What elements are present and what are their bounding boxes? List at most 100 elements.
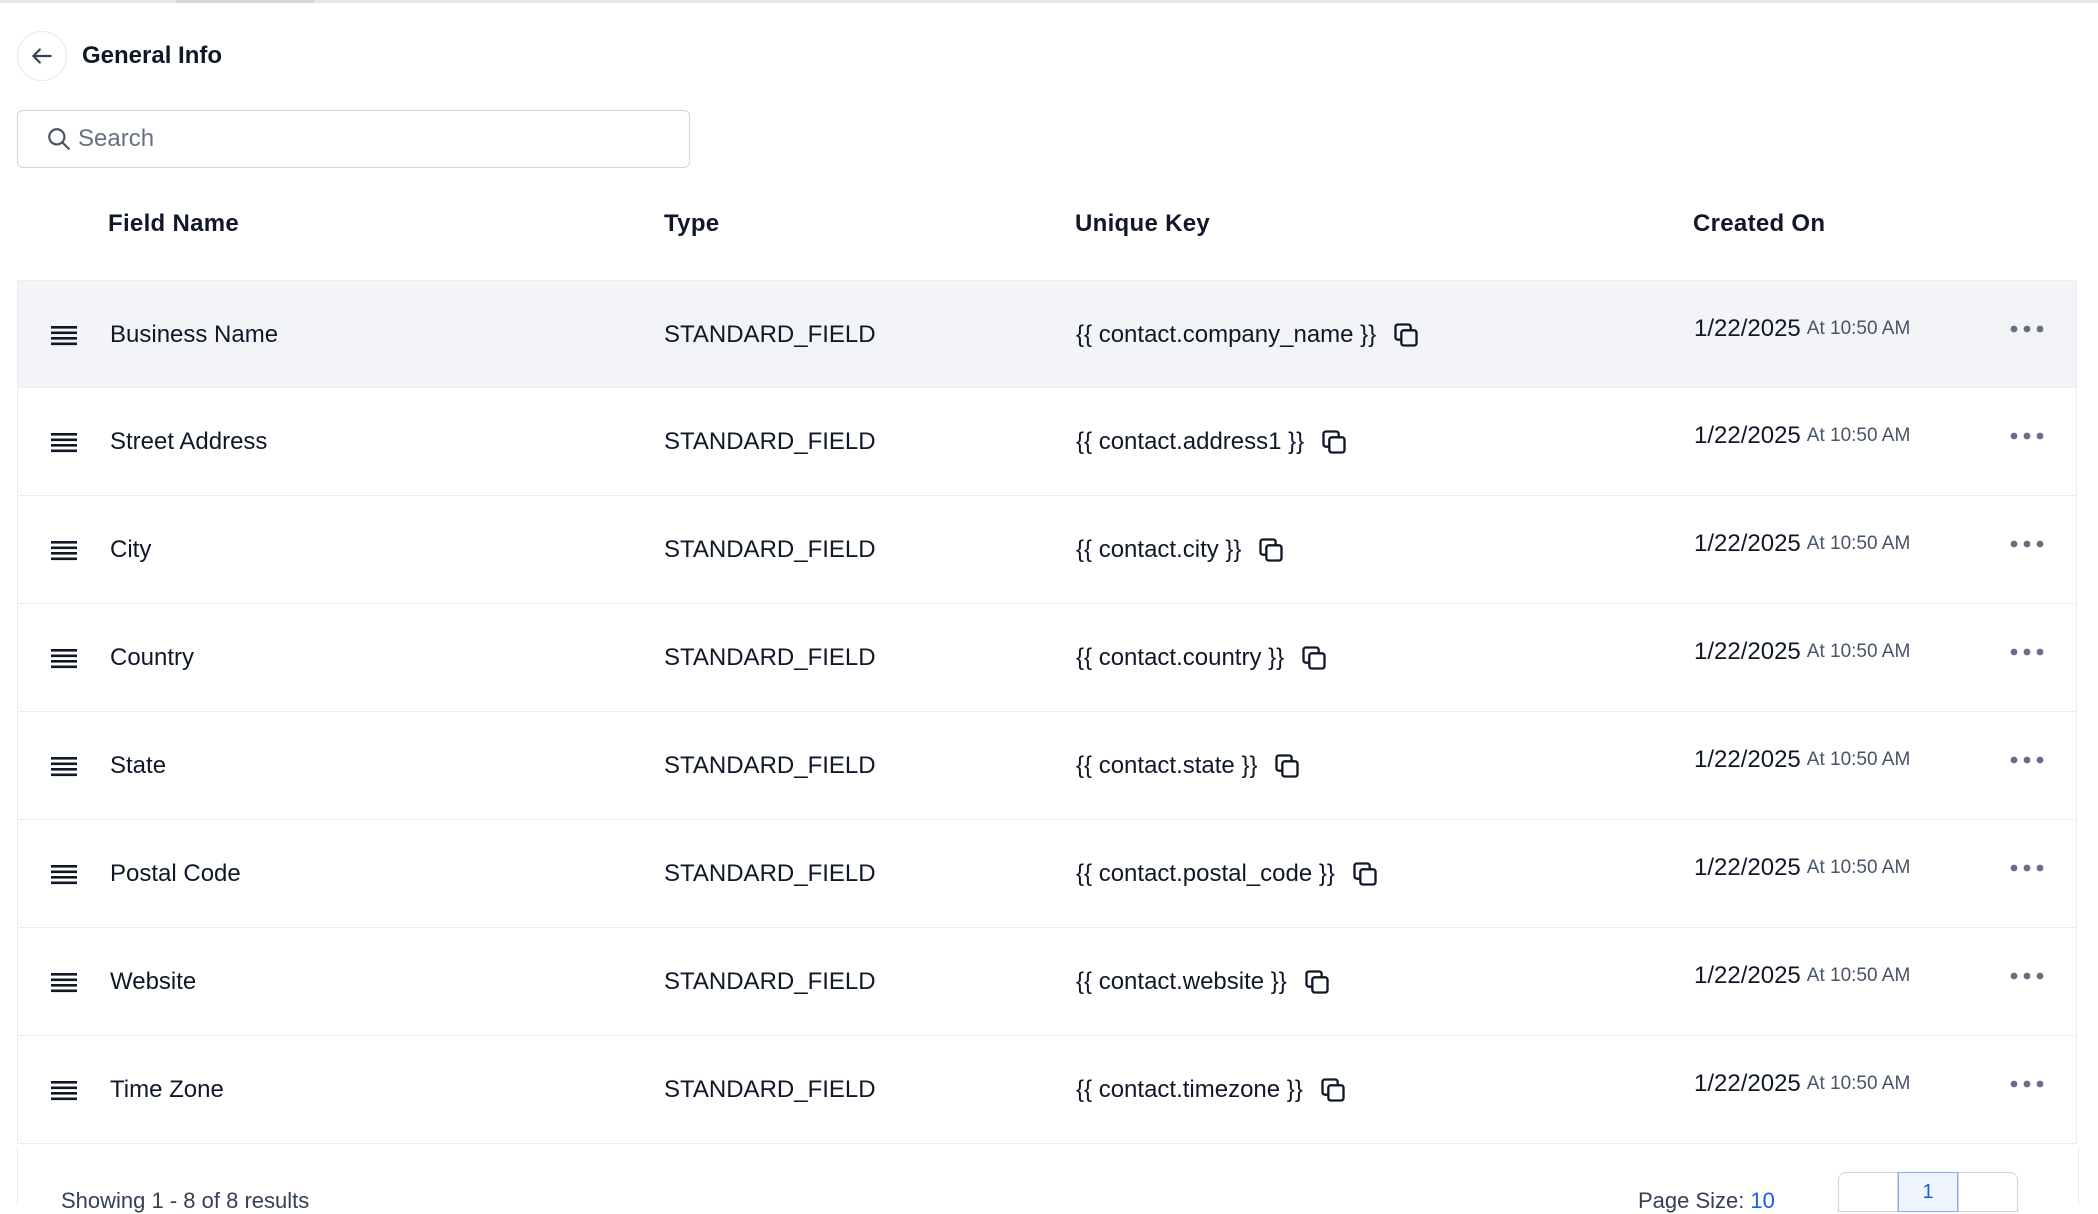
created-date: 1/22/2025 [1694,961,1801,989]
unique-key-cell: {{ contact.city }} [1076,496,1285,603]
results-count: Showing 1 - 8 of 8 results [61,1188,310,1213]
page-header: General Info [17,30,222,82]
drag-handle-icon[interactable] [51,820,77,927]
active-tab-indicator [176,0,314,3]
unique-key-cell: {{ contact.state }} [1076,712,1301,819]
created-on-cell: 1/22/2025 At 10:50 AM [1694,1030,1910,1137]
more-horizontal-icon[interactable] [2010,490,2044,597]
created-date: 1/22/2025 [1694,853,1801,881]
pagination: 1 [1838,1172,2018,1212]
unique-key-cell: {{ contact.website }} [1076,928,1331,1035]
unique-key: {{ contact.website }} [1076,967,1287,995]
field-name: Street Address [110,427,268,455]
table-row[interactable]: State STANDARD_FIELD {{ contact.state }}… [17,712,2077,820]
field-name: Postal Code [110,859,241,887]
drag-handle-icon[interactable] [51,928,77,1035]
unique-key: {{ contact.address1 }} [1076,427,1305,455]
page-size-label: Page Size: [1638,1188,1745,1213]
page-size-control[interactable]: Page Size: 10 [1638,1188,1775,1214]
created-time: At 10:50 AM [1806,748,1911,770]
unique-key: {{ contact.postal_code }} [1076,859,1335,887]
column-header-unique-key[interactable]: Unique Key [1075,210,1210,238]
copy-icon[interactable] [1319,1076,1347,1104]
top-tab-bar [0,0,2098,3]
table-row[interactable]: Country STANDARD_FIELD {{ contact.countr… [17,604,2077,712]
copy-icon[interactable] [1300,644,1328,672]
unique-key: {{ contact.state }} [1076,751,1258,779]
column-header-created-on[interactable]: Created On [1693,210,1825,238]
unique-key-cell: {{ contact.country }} [1076,604,1328,711]
field-type: STANDARD_FIELD [664,859,876,887]
more-horizontal-icon[interactable] [2010,1030,2044,1137]
field-type: STANDARD_FIELD [664,320,876,348]
drag-handle-icon[interactable] [51,496,77,603]
table-row[interactable]: Time Zone STANDARD_FIELD {{ contact.time… [17,1036,2077,1144]
field-name: State [110,751,167,779]
search-icon [48,128,70,150]
copy-icon[interactable] [1351,860,1379,888]
drag-handle-icon[interactable] [51,281,77,388]
copy-icon[interactable] [1392,321,1420,349]
unique-key: {{ contact.company_name }} [1076,320,1377,348]
drag-handle-icon[interactable] [51,388,77,495]
created-on-cell: 1/22/2025 At 10:50 AM [1694,490,1910,597]
column-header-type[interactable]: Type [664,210,719,238]
pagination-next-button[interactable] [1958,1172,2018,1212]
created-time: At 10:50 AM [1806,964,1911,986]
search-field[interactable] [17,110,690,168]
created-date: 1/22/2025 [1694,637,1801,665]
more-horizontal-icon[interactable] [2010,706,2044,813]
more-horizontal-icon[interactable] [2010,922,2044,1029]
copy-icon[interactable] [1273,752,1301,780]
created-time: At 10:50 AM [1806,424,1911,446]
field-name: City [110,535,152,563]
pagination-prev-button[interactable] [1838,1172,1898,1212]
created-time: At 10:50 AM [1806,640,1911,662]
field-type: STANDARD_FIELD [664,535,876,563]
more-horizontal-icon[interactable] [2010,382,2044,489]
page-title: General Info [82,42,223,69]
fields-table-body: Business Name STANDARD_FIELD {{ contact.… [17,280,2077,1144]
created-date: 1/22/2025 [1694,745,1801,773]
back-button[interactable] [17,31,67,81]
created-on-cell: 1/22/2025 At 10:50 AM [1694,814,1910,921]
arrow-left-icon [32,48,52,64]
unique-key: {{ contact.timezone }} [1076,1075,1303,1103]
field-type: STANDARD_FIELD [664,1075,876,1103]
created-on-cell: 1/22/2025 At 10:50 AM [1694,922,1910,1029]
drag-handle-icon[interactable] [51,712,77,819]
created-on-cell: 1/22/2025 At 10:50 AM [1694,598,1910,705]
created-time: At 10:50 AM [1806,1072,1911,1094]
table-row[interactable]: Website STANDARD_FIELD {{ contact.websit… [17,928,2077,1036]
unique-key: {{ contact.city }} [1076,535,1242,563]
column-header-field-name[interactable]: Field Name [108,210,239,238]
created-time: At 10:50 AM [1806,317,1911,339]
created-time: At 10:50 AM [1806,532,1911,554]
search-input[interactable] [76,124,680,154]
drag-handle-icon[interactable] [51,1036,77,1143]
table-row[interactable]: Street Address STANDARD_FIELD {{ contact… [17,388,2077,496]
pagination-page-button[interactable]: 1 [1898,1172,1958,1212]
field-name: Time Zone [110,1075,224,1103]
created-date: 1/22/2025 [1694,1069,1801,1097]
table-row[interactable]: Postal Code STANDARD_FIELD {{ contact.po… [17,820,2077,928]
unique-key-cell: {{ contact.timezone }} [1076,1036,1347,1143]
created-time: At 10:50 AM [1806,856,1911,878]
created-date: 1/22/2025 [1694,421,1801,449]
created-date: 1/22/2025 [1694,529,1801,557]
drag-handle-icon[interactable] [51,604,77,711]
more-horizontal-icon[interactable] [2010,814,2044,921]
more-horizontal-icon[interactable] [2010,275,2044,382]
copy-icon[interactable] [1257,536,1285,564]
page-size-value[interactable]: 10 [1750,1188,1774,1213]
table-row[interactable]: Business Name STANDARD_FIELD {{ contact.… [17,280,2077,388]
created-on-cell: 1/22/2025 At 10:50 AM [1694,275,1910,382]
more-horizontal-icon[interactable] [2010,598,2044,705]
copy-icon[interactable] [1303,968,1331,996]
created-date: 1/22/2025 [1694,314,1801,342]
field-type: STANDARD_FIELD [664,967,876,995]
field-type: STANDARD_FIELD [664,751,876,779]
copy-icon[interactable] [1320,428,1348,456]
unique-key-cell: {{ contact.company_name }} [1076,281,1420,388]
table-row[interactable]: City STANDARD_FIELD {{ contact.city }} 1… [17,496,2077,604]
